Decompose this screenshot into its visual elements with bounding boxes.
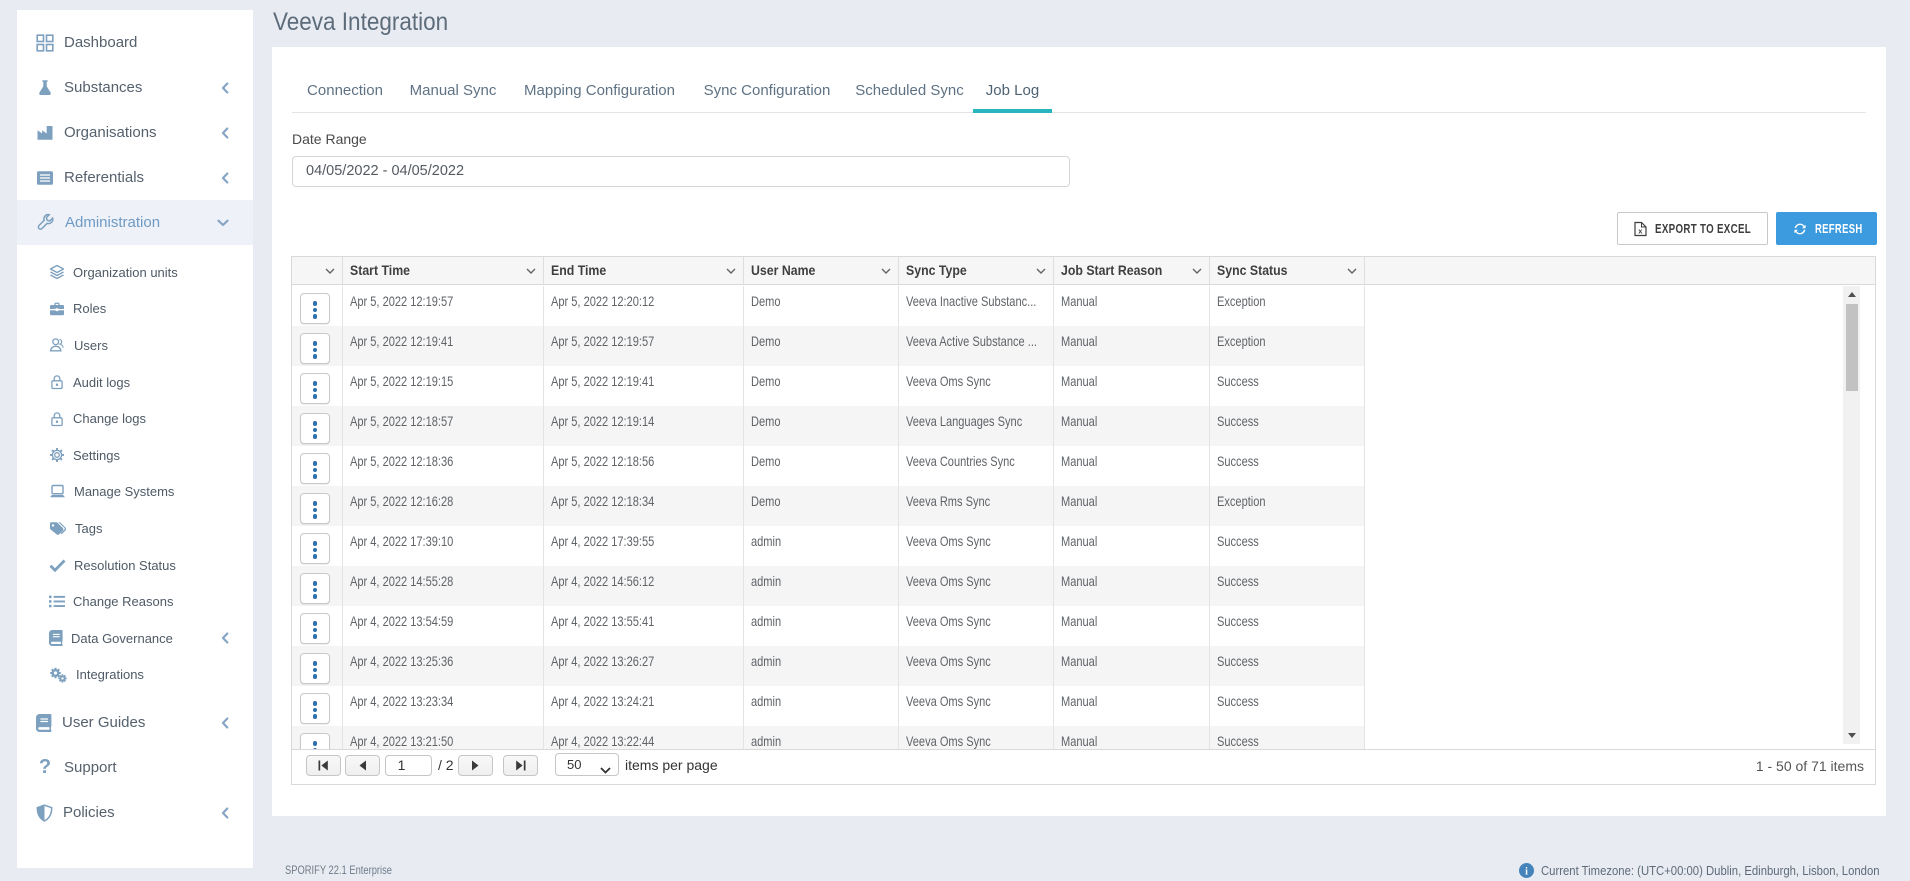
svg-text:i: i xyxy=(1525,866,1528,877)
svg-text:x: x xyxy=(1638,226,1643,235)
